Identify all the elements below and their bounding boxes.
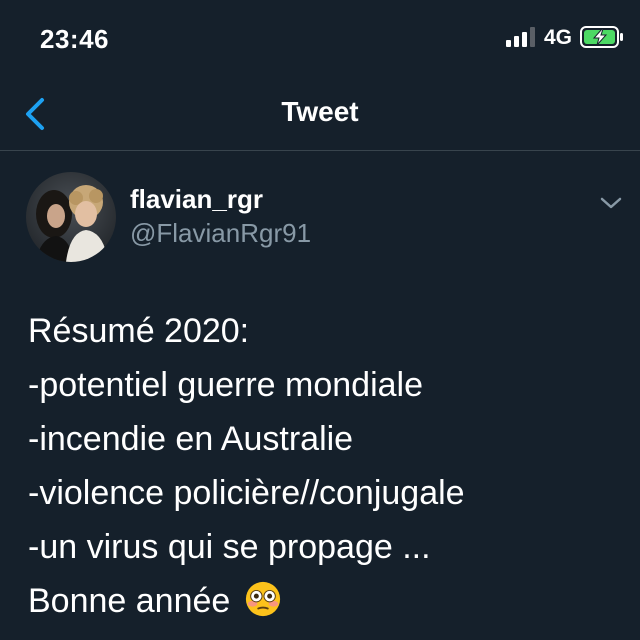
tweet-line: -potentiel guerre mondiale: [28, 366, 424, 404]
avatar-photo: [26, 172, 116, 262]
tweet-options-button[interactable]: [598, 194, 624, 212]
status-time: 23:46: [40, 24, 109, 54]
status-bar: 23:46 4G: [0, 0, 640, 76]
avatar[interactable]: [26, 172, 116, 262]
chevron-down-icon: [600, 197, 622, 209]
screen: 23:46 4G Tweet flavian_rgr @FlavianRgr91…: [0, 0, 640, 640]
display-name[interactable]: flavian_rgr: [130, 184, 263, 215]
page-title: Tweet: [281, 96, 359, 127]
tweet-line-last: Bonne année: [28, 574, 628, 628]
tweet-line: Résumé 2020:: [28, 312, 250, 350]
network-label: 4G: [544, 26, 573, 49]
user-handle[interactable]: @FlavianRgr91: [130, 218, 311, 249]
cellular-signal-icon: [506, 27, 535, 47]
nav-bar: Tweet: [0, 76, 640, 151]
battery-charging-icon: [580, 26, 623, 48]
flushed-face-emoji: [245, 581, 280, 617]
tweet-line: -violence policière//conjugale: [28, 474, 465, 512]
tweet-line: -incendie en Australie: [28, 420, 354, 458]
tweet-line-text: Bonne année: [28, 582, 231, 620]
tweet-line: -un virus qui se propage ...: [28, 528, 431, 566]
tweet-text: Résumé 2020: -potentiel guerre mondiale …: [28, 304, 628, 628]
